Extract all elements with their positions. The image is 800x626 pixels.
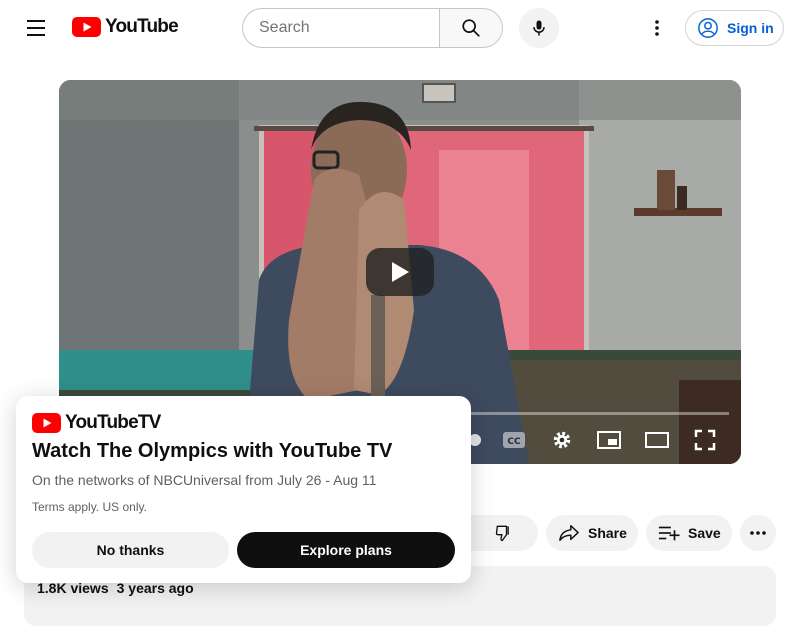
share-icon	[559, 525, 579, 541]
explore-plans-button[interactable]: Explore plans	[237, 532, 455, 568]
theater-mode-button[interactable]	[643, 427, 671, 453]
search-button[interactable]	[439, 8, 503, 48]
youtube-tv-promo-dialog: YouTubeTV Watch The Olympics with YouTub…	[16, 396, 471, 583]
theater-icon	[645, 432, 669, 448]
miniplayer-icon	[597, 431, 621, 449]
promo-title: Watch The Olympics with YouTube TV	[32, 440, 393, 462]
more-actions-button[interactable]	[740, 515, 776, 551]
settings-button[interactable]	[549, 427, 575, 453]
search-input[interactable]	[242, 8, 440, 48]
fullscreen-icon	[694, 429, 716, 451]
thumb-down-icon	[495, 525, 509, 542]
sign-in-label: Sign in	[727, 20, 774, 36]
save-button[interactable]: Save	[646, 515, 732, 551]
miniplayer-button[interactable]	[595, 427, 623, 453]
settings-menu-button[interactable]	[641, 12, 673, 44]
youtube-logo[interactable]: YouTube	[72, 16, 179, 38]
account-circle-icon	[698, 18, 718, 38]
share-label: Share	[588, 525, 627, 541]
play-button[interactable]	[366, 248, 434, 296]
no-thanks-button[interactable]: No thanks	[32, 532, 229, 568]
more-vert-icon	[655, 20, 659, 36]
sign-in-button[interactable]: Sign in	[685, 10, 784, 46]
play-icon	[392, 262, 409, 282]
playlist-add-icon	[658, 526, 680, 541]
svg-text:CC: CC	[507, 437, 521, 447]
subtitles-button[interactable]: CC	[501, 427, 527, 453]
promo-logo-suffix: TV	[137, 412, 161, 433]
more-horiz-icon	[750, 531, 766, 535]
share-button[interactable]: Share	[546, 515, 638, 551]
fullscreen-button[interactable]	[691, 427, 719, 453]
mic-icon	[533, 20, 545, 36]
masthead: YouTube Sign in	[0, 0, 800, 56]
search-icon	[462, 19, 480, 37]
promo-subtitle: On the networks of NBCUniversal from Jul…	[32, 472, 377, 488]
youtube-play-logo-icon	[72, 17, 101, 37]
gear-icon	[553, 431, 571, 449]
hamburger-icon	[27, 20, 45, 22]
promo-terms: Terms apply. US only.	[32, 500, 147, 514]
save-label: Save	[688, 525, 721, 541]
promo-logo-text: YouTube	[65, 412, 139, 433]
voice-search-button[interactable]	[519, 8, 559, 48]
youtube-play-logo-icon	[32, 413, 61, 433]
dislike-button[interactable]	[470, 515, 538, 551]
menu-button[interactable]	[20, 12, 52, 44]
logo-text: YouTube	[105, 16, 179, 37]
closed-captions-icon: CC	[503, 432, 525, 448]
youtube-tv-logo: YouTubeTV	[32, 412, 161, 434]
